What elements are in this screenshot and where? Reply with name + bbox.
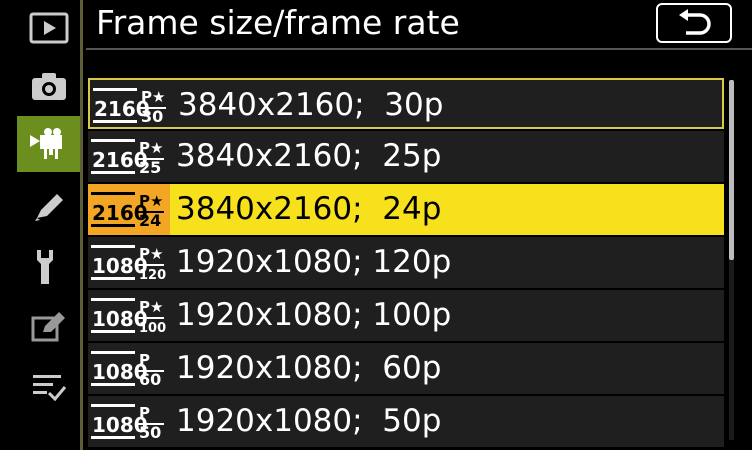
menu-sidebar — [0, 0, 83, 450]
svg-text:P★: P★ — [141, 88, 165, 106]
option-row[interactable]: 2160 P★ 25 3840x2160; 25p — [88, 131, 724, 182]
option-row[interactable]: 2160 P★ 30 3840x2160; 30p — [88, 78, 724, 129]
frame-size-badge-icon: 1080 P 50 — [91, 404, 164, 442]
wrench-icon — [37, 250, 53, 284]
sidebar-item-movie-shooting[interactable] — [17, 116, 83, 172]
pencil-icon — [35, 194, 63, 221]
frame-size-badge-icon: 2160 P★ 30 — [93, 88, 166, 126]
back-button[interactable] — [656, 3, 732, 43]
option-row[interactable]: 1080 P 60 1920x1080; 60p — [88, 343, 724, 394]
playback-icon — [29, 12, 69, 44]
svg-text:50: 50 — [139, 423, 161, 442]
sidebar-item-custom-settings[interactable] — [18, 178, 80, 234]
svg-text:P: P — [139, 351, 150, 369]
svg-text:60: 60 — [139, 370, 161, 389]
option-label: 3840x2160; 25p — [176, 138, 442, 174]
back-arrow-icon — [679, 9, 711, 35]
svg-text:100: 100 — [139, 321, 166, 336]
page-title: Frame size/frame rate — [96, 3, 460, 42]
scroll-thumb[interactable] — [729, 80, 734, 260]
option-row[interactable]: 1080 P★ 100 1920x1080; 100p — [88, 290, 724, 341]
svg-text:24: 24 — [139, 211, 161, 230]
option-label: 3840x2160; 24p — [176, 191, 442, 227]
frame-size-badge-icon: 1080 P★ 120 — [91, 245, 166, 283]
svg-text:P: P — [139, 404, 150, 422]
movie-camera-icon — [30, 128, 62, 159]
option-row-selected[interactable]: 2160 P★ 24 3840x2160; 24p — [88, 184, 724, 235]
frame-size-badge-icon: 2160 P★ 24 — [91, 192, 164, 230]
sidebar-divider — [80, 0, 83, 450]
option-row[interactable]: 1080 P 50 1920x1080; 50p — [88, 396, 724, 447]
frame-size-badge-icon: 1080 P 60 — [91, 351, 164, 389]
my-menu-icon — [33, 375, 67, 402]
option-label: 1920x1080; 120p — [176, 244, 452, 280]
svg-text:120: 120 — [139, 268, 166, 283]
svg-text:30: 30 — [141, 107, 163, 126]
sidebar-item-my-menu[interactable] — [18, 358, 80, 414]
frame-size-badge-icon: 1080 P★ 100 — [91, 298, 166, 336]
svg-text:P★: P★ — [139, 192, 163, 210]
option-label: 3840x2160; 30p — [178, 87, 444, 123]
svg-text:P★: P★ — [139, 245, 163, 263]
svg-text:P★: P★ — [139, 298, 163, 316]
option-label: 1920x1080; 50p — [176, 403, 442, 439]
sidebar-item-photo-shooting[interactable] — [18, 58, 80, 114]
svg-text:25: 25 — [139, 158, 161, 177]
option-label: 1920x1080; 100p — [176, 297, 452, 333]
frame-size-badge-icon: 2160 P★ 25 — [91, 139, 164, 177]
sidebar-item-setup[interactable] — [18, 238, 80, 294]
retouch-icon — [31, 312, 65, 342]
option-row[interactable]: 1080 P★ 120 1920x1080; 120p — [88, 237, 724, 288]
option-label: 1920x1080; 60p — [176, 350, 442, 386]
camera-icon — [32, 73, 66, 100]
sidebar-item-playback[interactable] — [18, 0, 80, 56]
header-divider — [86, 48, 752, 50]
sidebar-item-retouch[interactable] — [18, 298, 80, 354]
svg-text:P★: P★ — [139, 139, 163, 157]
